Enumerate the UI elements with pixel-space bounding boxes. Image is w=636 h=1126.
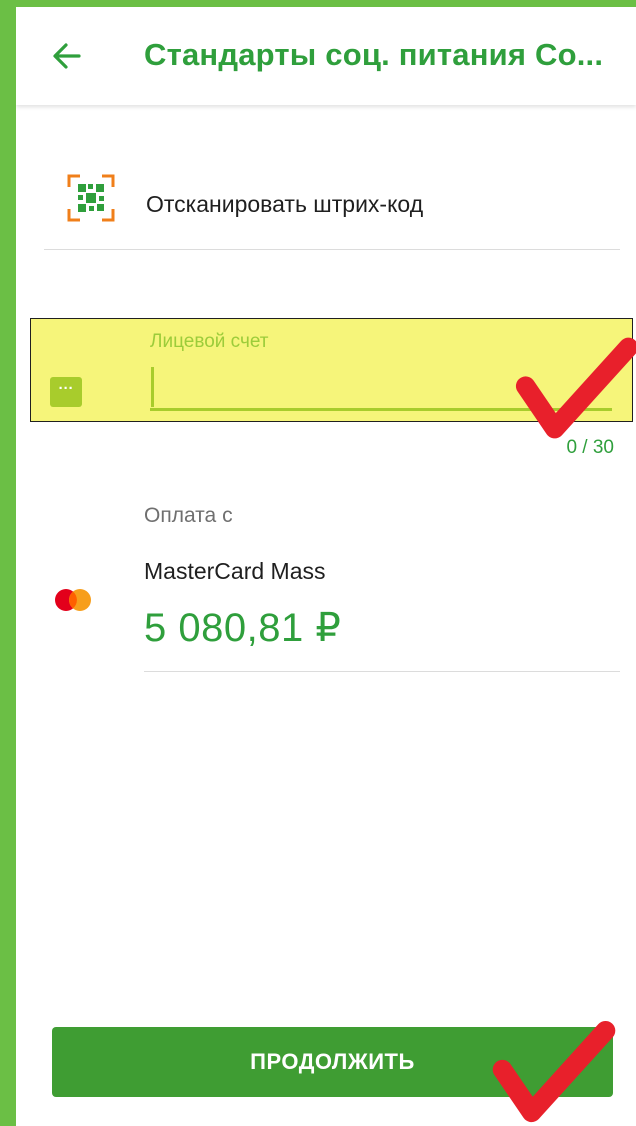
divider xyxy=(44,249,620,250)
more-dots-icon[interactable]: ··· xyxy=(50,377,82,407)
divider xyxy=(144,671,620,672)
page-title: Стандарты соц. питания Со... xyxy=(144,37,604,72)
card-name: MasterCard Mass xyxy=(144,558,326,584)
scan-barcode-button[interactable]: Отсканировать штрих-код xyxy=(44,161,620,249)
app-bar: Стандарты соц. питания Со... xyxy=(16,7,636,105)
text-caret xyxy=(151,367,154,407)
app-screen: Стандарты соц. питания Со... Отсканирова… xyxy=(16,7,636,1126)
arrow-left-icon[interactable] xyxy=(50,39,84,73)
account-field-label: Лицевой счет xyxy=(150,331,269,352)
mastercard-icon xyxy=(55,589,91,611)
payment-source-label: Оплата с xyxy=(144,504,233,527)
check-mark-icon xyxy=(492,1020,616,1123)
check-mark-icon xyxy=(515,337,636,439)
card-balance: 5 080,81 ₽ xyxy=(144,606,342,650)
scan-barcode-label: Отсканировать штрих-код xyxy=(146,191,424,217)
qr-scan-icon xyxy=(67,174,115,222)
card-number-mask xyxy=(502,547,614,587)
